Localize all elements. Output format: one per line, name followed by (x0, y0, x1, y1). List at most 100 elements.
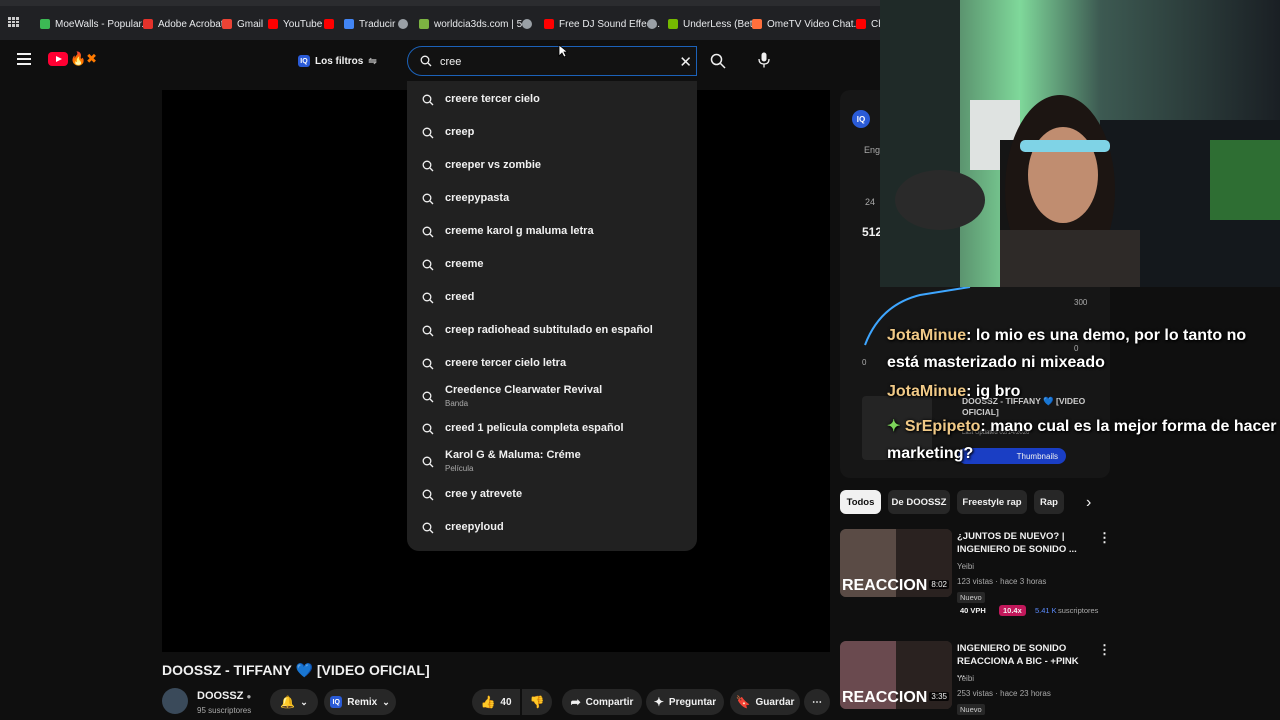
bookmark-favicon-icon (143, 19, 153, 29)
notifications-button[interactable]: 🔔 ⌄ (270, 689, 318, 715)
suggestion-item[interactable]: creed 1 pelicula completa español (407, 416, 697, 442)
like-button[interactable]: 👍 40 (472, 689, 520, 715)
iq-icon: IQ (330, 696, 343, 708)
suggestion-text: creep (445, 126, 474, 138)
menu-icon[interactable] (17, 53, 31, 65)
channel-name[interactable]: DOOSSZ ● (197, 690, 251, 702)
channel-subscribers: 95 suscriptores (197, 706, 252, 715)
rec-thumbnail[interactable]: REACCION 8:02 (840, 529, 952, 597)
search-icon (422, 259, 434, 271)
more-horizontal-icon: ⋯ (812, 696, 822, 708)
suggestion-bold: creeper vs zombie (445, 159, 541, 171)
more-actions-button[interactable]: ⋯ (804, 689, 830, 715)
bookmark-underless[interactable]: UnderLess (Beta) (668, 16, 761, 32)
bookmark-globe-3[interactable] (647, 16, 662, 32)
bookmark-adobe[interactable]: Adobe Acrobat (143, 16, 224, 32)
share-button[interactable]: ➦ Compartir (562, 689, 642, 715)
bookmark-favicon-icon (856, 19, 866, 29)
suggestion-item[interactable]: creere tercer cielo letra (407, 351, 697, 377)
new-badge: Nuevo (957, 592, 985, 603)
channel-avatar[interactable] (162, 688, 188, 714)
bookmark-youtube[interactable]: YouTube (268, 16, 322, 32)
new-badge: Nuevo (957, 704, 985, 715)
dislike-button[interactable]: 👎 (522, 689, 552, 715)
clear-search-icon[interactable]: ✕ (679, 53, 692, 71)
bookmark-globe[interactable] (398, 16, 413, 32)
more-options-icon[interactable]: ⋮ (1098, 642, 1111, 658)
chat-message: ✦ SrEpipeto: mano cual es la mejor forma… (887, 413, 1277, 467)
suggestion-item[interactable]: creeme karol g maluma letra (407, 219, 697, 245)
search-icon (422, 127, 434, 139)
suggestion-item[interactable]: creeper vs zombie (407, 153, 697, 179)
suggestion-text: Karol G & Maluma: Créme (445, 449, 581, 461)
chip-label: Rap (1040, 496, 1058, 508)
rec-title[interactable]: INGENIERO DE SONIDO REACCIONA A BIC - +P… (957, 642, 1082, 681)
search-icon (422, 423, 434, 435)
chip-de-doossz[interactable]: De DOOSSZ (888, 490, 950, 514)
suggestion-item[interactable]: creep radiohead subtitulado en español (407, 318, 697, 344)
suggestion-item[interactable]: cree y atrevete (407, 482, 697, 508)
mouse-cursor-icon (558, 44, 568, 58)
rec-meta: 123 vistas · hace 3 horas (957, 577, 1047, 586)
rec-thumbnail[interactable]: REACCION 3:35 (840, 641, 952, 709)
rec-title[interactable]: ¿JUNTOS DE NUEVO? | INGENIERO DE SONIDO … (957, 530, 1082, 556)
bookmark-worldcia[interactable]: worldcia3ds.com | 5... (419, 16, 531, 32)
more-options-icon[interactable]: ⋮ (1098, 530, 1111, 546)
chip-rap[interactable]: Rap (1034, 490, 1064, 514)
suggestion-text: creep radiohead subtitulado en español (445, 324, 653, 336)
suggestion-text: creeme karol g maluma letra (445, 225, 594, 237)
iq-icon: IQ (298, 55, 310, 67)
chevron-down-icon: ⌄ (300, 696, 308, 707)
suggestion-item[interactable]: creep (407, 120, 697, 146)
search-icon (420, 55, 432, 67)
chevron-right-icon[interactable]: › (1086, 494, 1091, 512)
chat-message: JotaMinue: lo mio es una demo, por lo ta… (887, 322, 1277, 376)
suggestion-item[interactable]: Karol G & Maluma: Créme Película (407, 449, 697, 475)
bookmark-ometv[interactable]: OmeTV Video Chat... (752, 16, 862, 32)
suggestion-subtitle: Película (445, 464, 474, 473)
suggestion-item[interactable]: Creedence Clearwater Revival Banda (407, 384, 697, 410)
bookmark-freedj[interactable]: Free DJ Sound Effec... (544, 16, 660, 32)
chip-todos[interactable]: Todos (840, 490, 881, 514)
globe-icon (522, 19, 532, 29)
bookmark-globe-2[interactable] (522, 16, 537, 32)
rec-channel[interactable]: Yeibi (957, 674, 974, 683)
chat-badge-icon: ✦ (887, 418, 901, 435)
chip-freestyle-rap[interactable]: Freestyle rap (957, 490, 1027, 514)
search-icon (422, 94, 434, 106)
outlier-multiplier: 10.4x (999, 605, 1026, 616)
axis-300: 300 (1074, 298, 1088, 307)
youtube-logo[interactable] (48, 52, 68, 66)
vph-stat: 40 VPH (960, 606, 986, 615)
suggestion-item[interactable]: creere tercer cielo (407, 87, 697, 113)
iq-badge-icon: IQ (852, 110, 870, 128)
rec-channel[interactable]: Yeibi (957, 562, 974, 571)
voice-search-button[interactable] (752, 48, 776, 72)
duration-badge: 3:35 (929, 692, 949, 701)
suggestion-text: creepyloud (445, 521, 504, 533)
ask-label: Preguntar (668, 696, 717, 708)
bookmark-yt2[interactable] (324, 16, 339, 32)
search-button[interactable] (700, 49, 736, 73)
search-input[interactable] (438, 51, 662, 73)
search-icon (422, 456, 434, 468)
bookmark-label: Free DJ Sound Effec... (559, 18, 660, 30)
suggestion-item[interactable]: creeme (407, 252, 697, 278)
filters-button[interactable]: IQ Los filtros ⇋ (292, 49, 383, 73)
globe-icon (398, 19, 408, 29)
apps-grid-icon[interactable] (8, 17, 19, 27)
suggestion-item[interactable]: creed (407, 285, 697, 311)
chevron-down-icon: ⌄ (382, 696, 390, 707)
save-button[interactable]: 🔖 Guardar (730, 689, 800, 715)
bookmark-label: YouTube (283, 18, 323, 30)
suggestion-item[interactable]: creepypasta (407, 186, 697, 212)
bookmark-traducir[interactable]: Traducir (344, 16, 395, 32)
bookmark-favicon-icon (40, 19, 50, 29)
bookmark-moewalls[interactable]: MoeWalls - Popular... (40, 16, 150, 32)
remix-button[interactable]: IQ Remix ⌄ (324, 689, 396, 715)
ask-button[interactable]: ✦ Preguntar (646, 689, 724, 715)
suggestion-item[interactable]: creepyloud (407, 515, 697, 541)
thumb-text: REACCION (842, 577, 928, 594)
subs-count: 5.41 K (1035, 606, 1057, 615)
bookmark-gmail[interactable]: Gmail (222, 16, 263, 32)
